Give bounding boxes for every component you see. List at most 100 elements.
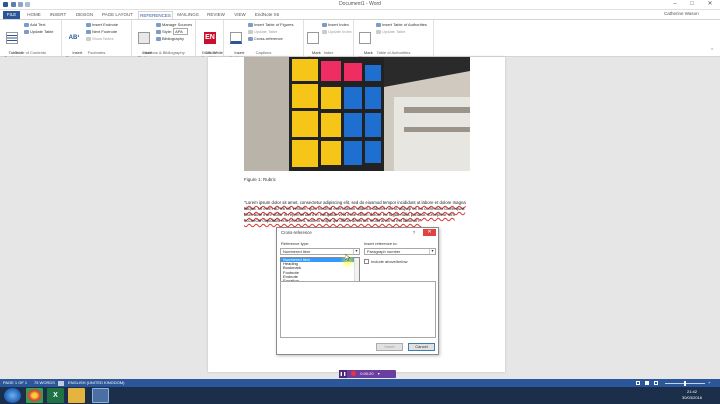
minimize-button[interactable]: – <box>668 0 682 9</box>
insert-table-of-figures-button[interactable]: Insert Table of Figures <box>248 22 294 28</box>
insert-index-icon <box>322 22 327 27</box>
tab-file[interactable]: FILE <box>3 11 20 19</box>
dialog-title: Cross-reference <box>281 230 312 235</box>
collapse-ribbon-icon[interactable]: ⌃ <box>710 48 714 54</box>
tab-page-layout[interactable]: PAGE LAYOUT <box>100 11 135 19</box>
taskbar: X 21:42 30/03/2016 <box>0 387 720 404</box>
help-button[interactable]: ? <box>410 229 418 236</box>
tab-endnote[interactable]: EndNote X6 <box>252 11 282 19</box>
recorder-record-icon[interactable] <box>351 371 357 377</box>
cross-reference-dialog: Cross-reference ? ✕ Reference type: Numb… <box>276 227 439 355</box>
next-footnote-icon <box>86 29 91 34</box>
read-mode-icon[interactable] <box>636 381 640 385</box>
maximize-button[interactable]: □ <box>685 0 699 9</box>
mark-entry-icon <box>307 32 319 44</box>
show-notes-icon <box>86 36 91 41</box>
language-indicator[interactable]: ENGLISH (UNITED KINGDOM) <box>68 379 124 387</box>
ribbon: Table of Contents Add Text Update Table … <box>0 19 720 60</box>
zoom-in-button[interactable]: + <box>708 379 710 387</box>
next-footnote-button[interactable]: Next Footnote <box>86 29 117 35</box>
update-figures-icon <box>248 29 253 34</box>
group-label-authorities: Table of Authorities <box>376 50 411 55</box>
update-toc-button[interactable]: Update Table <box>24 29 54 35</box>
add-text-label: Add Text <box>30 22 46 27</box>
add-text-button[interactable]: Add Text <box>24 22 46 28</box>
table-of-authorities-icon <box>376 22 381 27</box>
reference-type-value: Numbered item <box>283 249 311 254</box>
bibliography-label: Bibliography <box>162 36 185 41</box>
group-label-endnote: EndNote <box>201 50 218 55</box>
tab-view[interactable]: VIEW <box>231 11 249 19</box>
cross-reference-button[interactable]: Cross-reference <box>248 36 283 42</box>
manage-sources-icon <box>156 22 161 27</box>
endnote-logo-icon: EN <box>204 32 216 44</box>
close-window-button[interactable]: ✕ <box>703 0 717 9</box>
body-paragraph[interactable]: "Lorem ipsum dolor sit amet, consectetur… <box>244 200 470 224</box>
proofing-icon[interactable] <box>58 380 64 386</box>
insert-table-of-authorities-label: Insert Table of Authorities <box>382 22 427 27</box>
web-layout-icon[interactable] <box>654 381 658 385</box>
style-label: Style: <box>162 29 173 34</box>
dialog-close-button[interactable]: ✕ <box>423 229 436 236</box>
toc-icon <box>6 32 18 44</box>
insert-table-of-authorities-button[interactable]: Insert Table of Authorities <box>376 22 427 28</box>
insert-button[interactable]: Insert <box>376 343 403 351</box>
style-select[interactable]: Style: APA <box>156 28 188 35</box>
ribbon-tabs: FILE HOME INSERT DESIGN PAGE LAYOUT REFE… <box>0 10 720 19</box>
include-above-below-checkbox[interactable] <box>364 259 369 264</box>
tab-mailings[interactable]: MAILINGS <box>175 11 201 19</box>
insert-endnote-button[interactable]: Insert Endnote <box>86 22 118 28</box>
system-clock[interactable]: 21:42 30/03/2016 <box>682 389 702 401</box>
tab-review[interactable]: REVIEW <box>204 11 228 19</box>
group-index: Mark Entry Insert Index Update Index Ind… <box>304 20 354 60</box>
update-index-label: Update Index <box>328 29 352 34</box>
tab-references[interactable]: REFERENCES <box>138 11 173 19</box>
screen-recorder-bar[interactable]: ❚❚ 0:00:20 ▾ <box>339 370 396 378</box>
update-table-of-authorities-button[interactable]: Update Table <box>376 29 406 35</box>
table-of-figures-icon <box>248 22 253 27</box>
update-toc-label: Update Table <box>30 29 54 34</box>
reference-type-label: Reference type: <box>281 241 310 246</box>
recorder-menu-icon[interactable]: ▾ <box>378 371 380 376</box>
insert-reference-to-label: Insert reference to: <box>364 241 398 246</box>
cross-reference-icon <box>248 36 253 41</box>
insert-index-button[interactable]: Insert Index <box>322 22 349 28</box>
cancel-button[interactable]: Cancel <box>408 343 435 351</box>
group-label-index: Index <box>323 50 334 55</box>
style-icon <box>156 29 161 34</box>
rubiks-cube-image[interactable] <box>244 57 470 171</box>
tab-design[interactable]: DESIGN <box>72 11 97 19</box>
chrome-icon[interactable] <box>26 388 43 403</box>
citation-icon <box>138 32 150 44</box>
update-authorities-icon <box>376 29 381 34</box>
group-label-captions: Captions <box>255 50 272 55</box>
update-table-of-figures-label: Update Table <box>254 29 278 34</box>
start-button-icon[interactable] <box>4 388 21 403</box>
user-account[interactable]: Catherine Wason <box>664 11 699 16</box>
insert-index-label: Insert Index <box>328 22 349 27</box>
recorder-pause-icon[interactable]: ❚❚ <box>339 370 347 378</box>
group-table-of-contents: Table of Contents Add Text Update Table … <box>0 20 62 60</box>
excel-icon[interactable]: X <box>47 388 64 403</box>
cross-reference-label: Cross-reference <box>254 36 283 41</box>
tab-insert[interactable]: INSERT <box>46 11 70 19</box>
page-count[interactable]: PAGE 1 OF 1 <box>3 379 27 387</box>
bibliography-button[interactable]: Bibliography <box>156 36 184 42</box>
group-label-toc: Table of Contents <box>14 50 47 55</box>
update-table-of-figures-button[interactable]: Update Table <box>248 29 278 35</box>
group-label-footnotes: Footnotes <box>87 50 106 55</box>
file-explorer-icon[interactable] <box>68 388 85 403</box>
print-layout-icon[interactable] <box>645 381 649 385</box>
update-index-button[interactable]: Update Index <box>322 29 352 35</box>
figure-caption[interactable]: Figure 1: Rubric <box>244 177 276 182</box>
tab-home[interactable]: HOME <box>25 11 43 19</box>
for-which-item-list[interactable] <box>280 281 436 338</box>
zoom-slider-thumb[interactable] <box>684 380 686 386</box>
word-taskbar-icon[interactable] <box>92 388 109 403</box>
title-bar: Document1 - Word – □ ✕ <box>0 0 720 10</box>
word-count[interactable]: 75 WORDS <box>34 379 55 387</box>
chevron-down-icon: ▼ <box>429 249 435 254</box>
show-notes-button[interactable]: Show Notes <box>86 36 114 42</box>
next-footnote-label: Next Footnote <box>92 29 118 34</box>
insert-reference-to-select[interactable]: Paragraph number ▼ <box>364 248 436 255</box>
